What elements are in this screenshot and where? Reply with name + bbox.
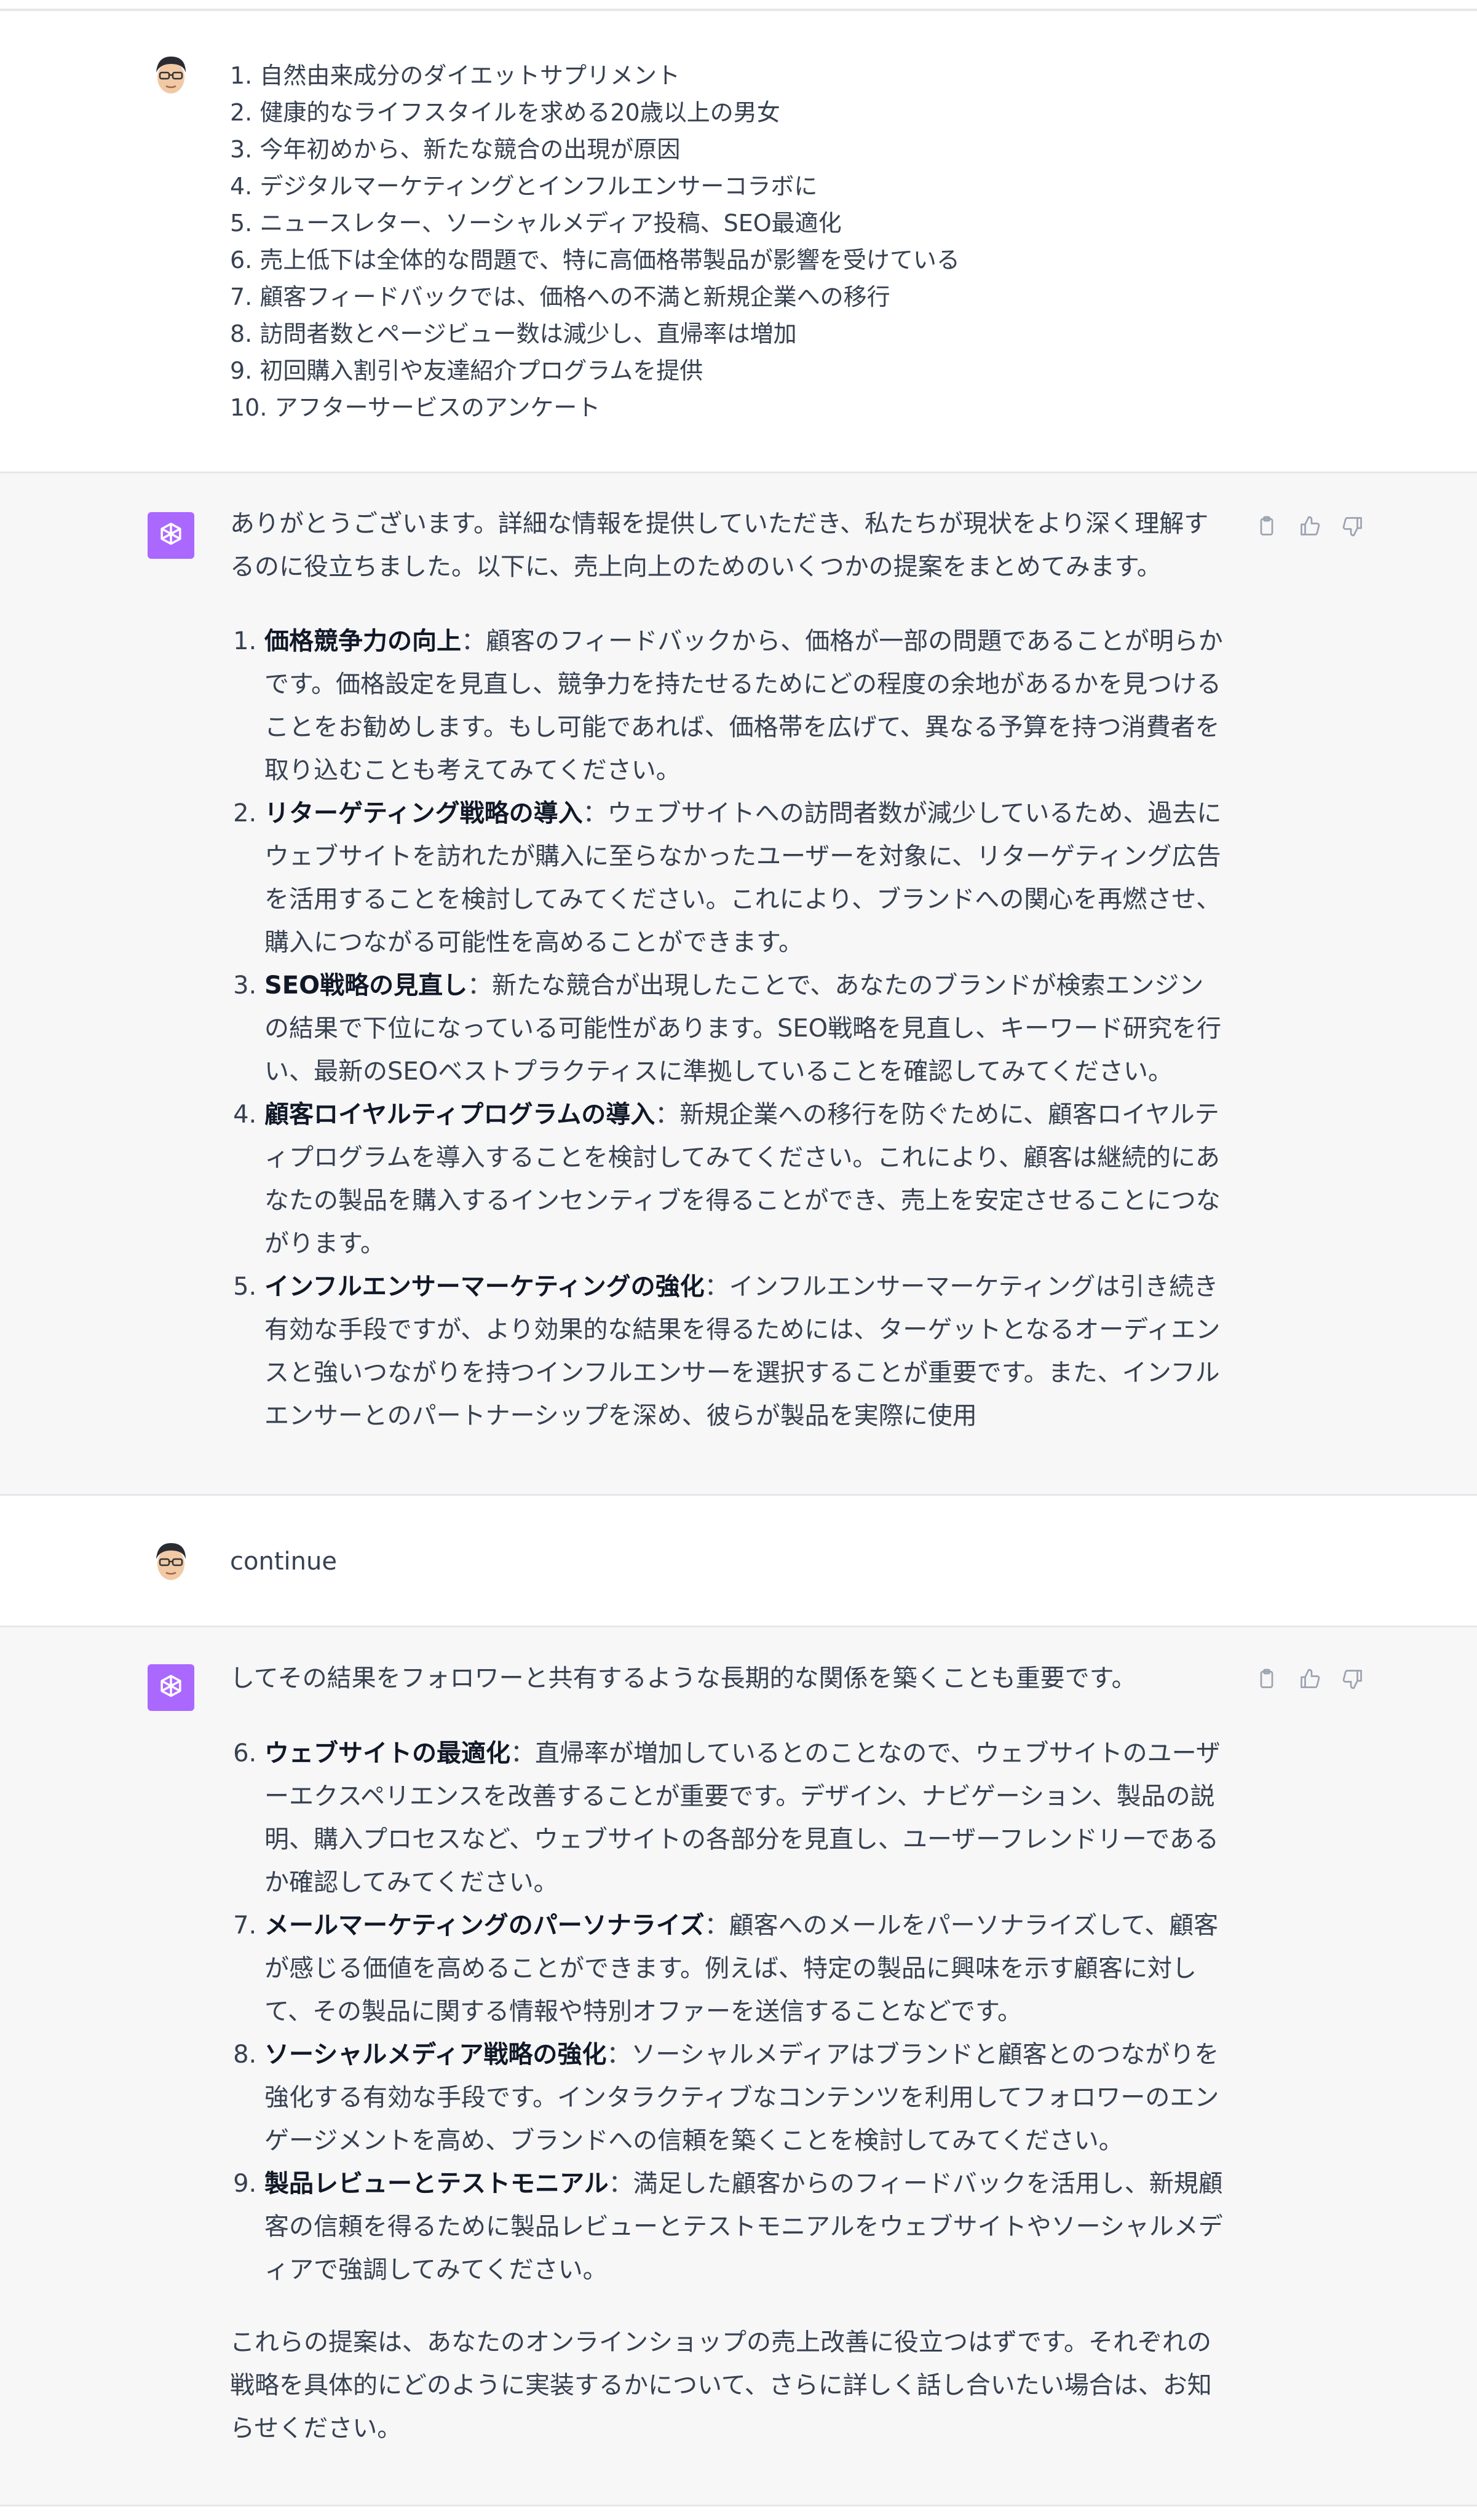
user-message-text: continue <box>230 1547 337 1576</box>
chatgpt-logo <box>148 1664 194 1711</box>
user-message-1: 1. 自然由来成分のダイエットサプリメント 2. 健康的なライフスタイルを求める… <box>0 11 1477 473</box>
intro-paragraph: ありがとうございます。詳細な情報を提供していただき、私たちが現状をより深く理解す… <box>230 510 1209 581</box>
list-item: 製品レビューとテストモニアル：満足した顧客からのフィードバックを活用し、新規顧客… <box>264 2162 1226 2291</box>
list-item: インフルエンサーマーケティングの強化：インフルエンサーマーケティングは引き続き有… <box>264 1265 1226 1437</box>
copy-icon[interactable] <box>1254 514 1279 539</box>
item-title: リターゲティング戦略の導入 <box>264 799 583 827</box>
list-item: 10. アフターサービスのアンケート <box>230 394 601 421</box>
list-item: 5. ニュースレター、ソーシャルメディア投稿、SEO最適化 <box>230 210 842 237</box>
list-item: 9. 初回購入割引や友達紹介プログラムを提供 <box>230 357 703 384</box>
message-actions <box>1254 514 1365 539</box>
list-item: 顧客ロイヤルティプログラムの導入：新規企業への移行を防ぐために、顧客ロイヤルティ… <box>264 1093 1226 1265</box>
item-title: SEO戦略の見直し <box>264 971 468 1000</box>
thumbs-down-icon[interactable] <box>1340 1667 1365 1691</box>
list-item: 8. 訪問者数とページビュー数は減少し、直帰率は増加 <box>230 320 797 347</box>
list-item: ソーシャルメディア戦略の強化：ソーシャルメディアはブランドと顧客とのつながりを強… <box>264 2033 1226 2162</box>
list-item: リターゲティング戦略の導入：ウェブサイトへの訪問者数が減少しているため、過去にウ… <box>264 792 1226 964</box>
user-avatar <box>148 1538 194 1585</box>
item-title: 製品レビューとテストモニアル <box>264 2170 609 2198</box>
user-message-list: 1. 自然由来成分のダイエットサプリメント 2. 健康的なライフスタイルを求める… <box>230 57 1226 426</box>
user-message-2: continue <box>0 1496 1477 1627</box>
message-actions <box>1254 1667 1365 1691</box>
item-title: メールマーケティングのパーソナライズ <box>264 1911 705 1940</box>
assistant-message-2: してその結果をフォロワーと共有するような長期的な関係を築くことも重要です。 ウェ… <box>0 1627 1477 2506</box>
copy-icon[interactable] <box>1254 1667 1279 1691</box>
assistant-message-1: ありがとうございます。詳細な情報を提供していただき、私たちが現状をより深く理解す… <box>0 473 1477 1496</box>
item-title: ソーシャルメディア戦略の強化 <box>264 2040 607 2069</box>
list-item: 2. 健康的なライフスタイルを求める20歳以上の男女 <box>230 99 780 126</box>
list-item: メールマーケティングのパーソナライズ：顧客へのメールをパーソナライズして、顧客が… <box>264 1904 1226 2033</box>
list-item: 1. 自然由来成分のダイエットサプリメント <box>230 62 680 89</box>
item-title: インフルエンサーマーケティングの強化 <box>264 1273 705 1301</box>
list-item: SEO戦略の見直し：新たな競合が出現したことで、あなたのブランドが検索エンジンの… <box>264 964 1226 1093</box>
list-item: 価格競争力の向上：顧客のフィードバックから、価格が一部の問題であることが明らかで… <box>264 620 1226 792</box>
list-item: 3. 今年初めから、新たな競合の出現が原因 <box>230 136 681 163</box>
item-title: 価格競争力の向上 <box>264 627 461 655</box>
list-item: 4. デジタルマーケティングとインフルエンサーコラボに <box>230 173 818 200</box>
chatgpt-logo <box>148 512 194 559</box>
list-item: 6. 売上低下は全体的な問題で、特に高価格帯製品が影響を受けている <box>230 247 960 274</box>
intro-paragraph: してその結果をフォロワーと共有するような長期的な関係を築くことも重要です。 <box>230 1664 1136 1693</box>
thumbs-up-icon[interactable] <box>1297 514 1322 539</box>
outro-paragraph: これらの提案は、あなたのオンラインショップの売上改善に役立つはずです。それぞれの… <box>230 2328 1212 2443</box>
suggestion-list: ウェブサイトの最適化：直帰率が増加しているとのことなので、ウェブサイトのユーザー… <box>230 1732 1226 2291</box>
list-item: ウェブサイトの最適化：直帰率が増加しているとのことなので、ウェブサイトのユーザー… <box>264 1732 1226 1904</box>
item-title: 顧客ロイヤルティプログラムの導入 <box>264 1100 655 1129</box>
user-avatar <box>148 52 194 98</box>
thumbs-down-icon[interactable] <box>1340 514 1365 539</box>
assistant-message-content: ありがとうございます。詳細な情報を提供していただき、私たちが現状をより深く理解す… <box>230 502 1226 1437</box>
suggestion-list: 価格競争力の向上：顧客のフィードバックから、価格が一部の問題であることが明らかで… <box>230 620 1226 1437</box>
assistant-message-content: してその結果をフォロワーと共有するような長期的な関係を築くことも重要です。 ウェ… <box>230 1657 1226 2450</box>
item-title: ウェブサイトの最適化 <box>264 1739 510 1768</box>
list-item: 7. 顧客フィードバックでは、価格への不満と新規企業への移行 <box>230 283 890 310</box>
top-divider <box>0 0 1477 11</box>
thumbs-up-icon[interactable] <box>1297 1667 1322 1691</box>
